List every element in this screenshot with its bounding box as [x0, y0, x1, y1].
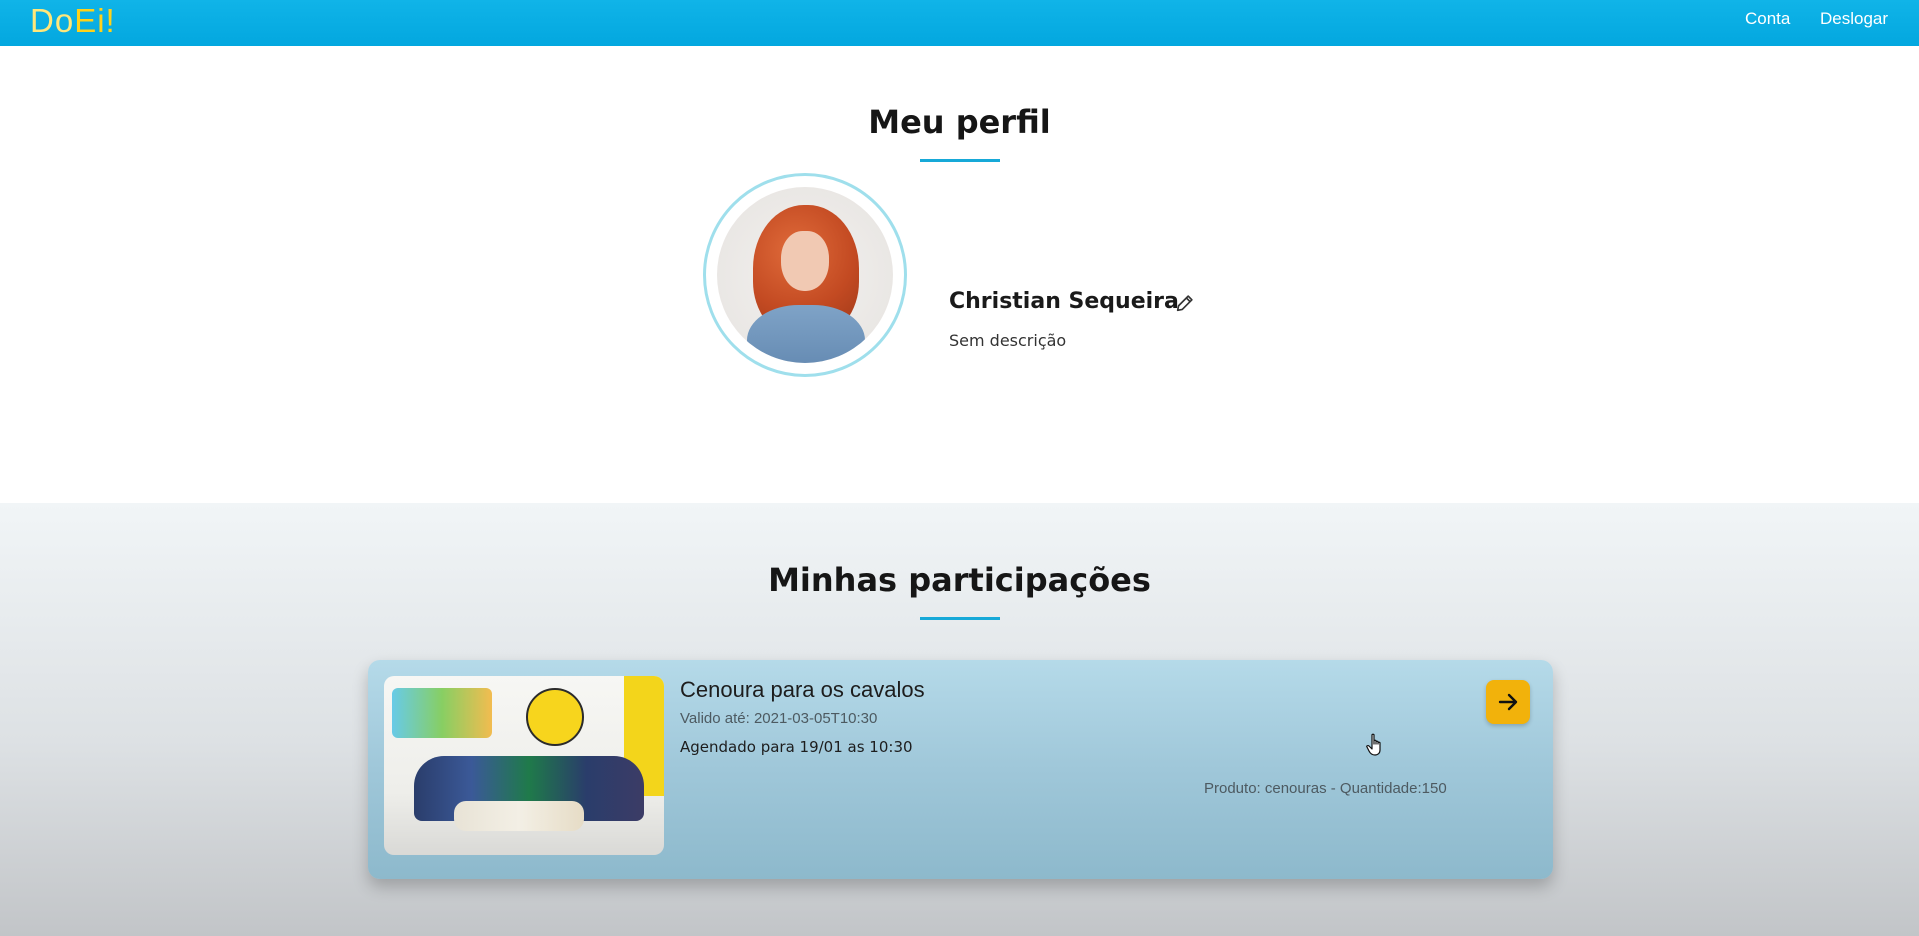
profile-title: Meu perfil: [868, 103, 1051, 141]
profile-name: Christian Sequeira: [949, 289, 1179, 314]
avatar-face: [781, 231, 829, 291]
image-bags: [454, 801, 584, 831]
participation-product: Produto: cenouras - Quantidade:150: [1204, 780, 1447, 797]
participations-title: Minhas participações: [768, 561, 1151, 599]
hand-cursor-icon: [1366, 733, 1381, 756]
profile-description: Sem descrição: [949, 331, 1067, 350]
participation-valid-until: Valido até: 2021-03-05T10:30: [680, 710, 878, 727]
app-logo[interactable]: DoEi!: [30, 1, 116, 41]
nav-conta-link[interactable]: Conta: [1745, 9, 1790, 29]
participations-title-underline: [920, 617, 1000, 620]
image-sign: [526, 688, 584, 746]
participation-card[interactable]: Cenoura para os cavalos Valido até: 2021…: [368, 660, 1553, 879]
participation-scheduled: Agendado para 19/01 as 10:30: [680, 738, 913, 756]
pencil-icon[interactable]: [1174, 292, 1196, 314]
participation-open-button[interactable]: [1486, 680, 1530, 724]
top-navbar: DoEi! Conta Deslogar: [0, 0, 1919, 46]
avatar-shirt: [747, 305, 865, 363]
avatar: [717, 187, 893, 363]
nav-deslogar-link[interactable]: Deslogar: [1820, 9, 1888, 29]
participation-title: Cenoura para os cavalos: [680, 677, 925, 702]
avatar-ring: [703, 173, 907, 377]
arrow-right-icon: [1498, 693, 1518, 711]
logo-ei: Ei!: [74, 2, 116, 39]
logo-do: Do: [30, 2, 75, 39]
profile-title-underline: [920, 159, 1000, 162]
participation-image: [384, 676, 664, 855]
image-graffiti: [392, 688, 492, 738]
